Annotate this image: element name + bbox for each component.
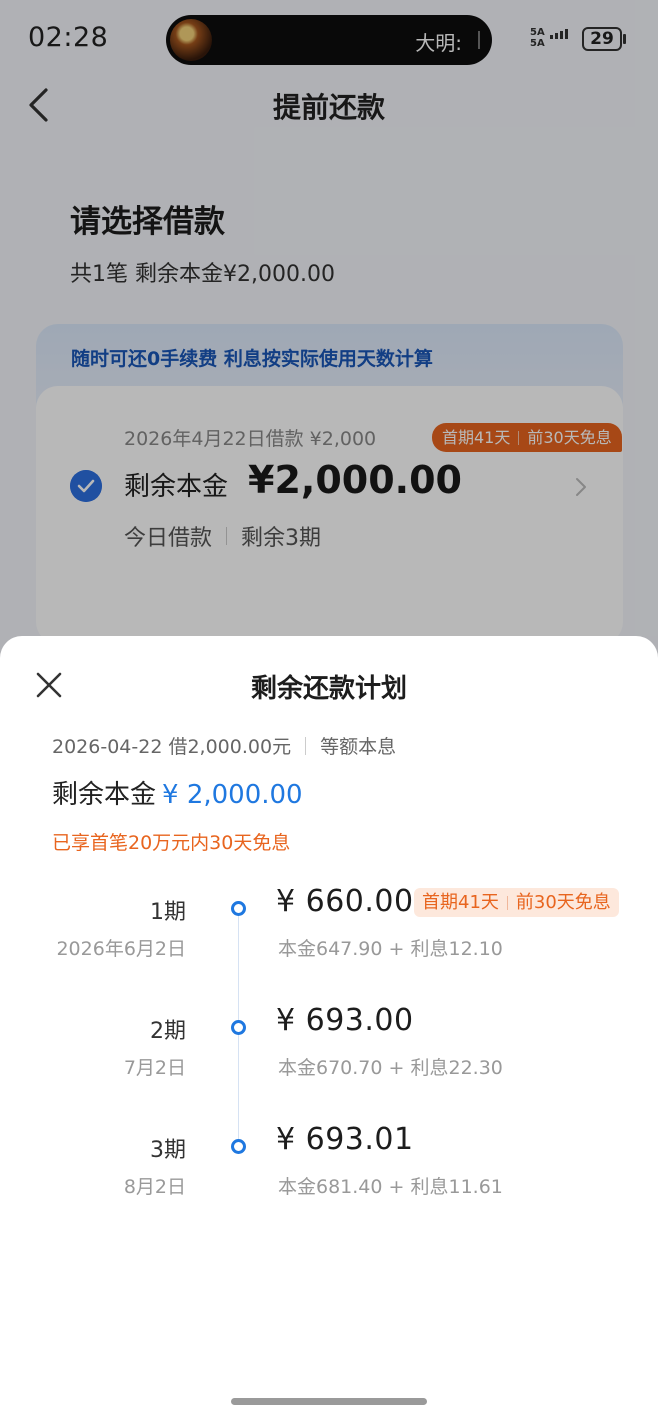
home-indicator[interactable]: [231, 1398, 427, 1405]
installment-due-date: 7月2日: [123, 1057, 186, 1079]
loan-summary: 2026-04-22 借2,000.00元 等额本息: [52, 732, 396, 759]
installment-amount: ¥ 693.00: [276, 1003, 414, 1038]
installment-amount: ¥ 693.01: [276, 1122, 414, 1157]
installment-row: 3期 8月2日 ¥ 693.01 本金681.40 + 利息11.61: [0, 1122, 658, 1242]
installment-period: 2期: [150, 1019, 186, 1044]
installment-row: 1期 2026年6月2日 ¥ 660.00 首期41天 前30天免息 本金647…: [0, 884, 658, 1004]
sheet-title: 剩余还款计划: [250, 674, 407, 704]
installment-period: 1期: [150, 900, 186, 925]
installment-breakdown: 本金647.90 + 利息12.10: [278, 938, 503, 960]
installment-promo-badge: 首期41天 前30天免息: [414, 888, 619, 917]
timeline-dot: [231, 1139, 246, 1154]
summary-divider: [305, 736, 307, 755]
badge-interest-free: 前30天免息: [515, 892, 611, 913]
installment-breakdown: 本金670.70 + 利息22.30: [278, 1057, 503, 1079]
installment-period: 3期: [150, 1138, 186, 1163]
installment-breakdown: 本金681.40 + 利息11.61: [278, 1176, 503, 1198]
badge-divider: [506, 895, 508, 910]
remaining-principal-label: 剩余本金: [52, 780, 157, 810]
timeline-dot: [231, 901, 246, 916]
installment-due-date: 2026年6月2日: [56, 938, 186, 960]
badge-first-period: 首期41天: [422, 892, 499, 913]
remaining-principal: 剩余本金 ¥ 2,000.00: [52, 774, 303, 811]
interest-free-notice: 已享首笔20万元内30天免息: [52, 832, 291, 854]
summary-method: 等额本息: [320, 736, 397, 758]
installment-row: 2期 7月2日 ¥ 693.00 本金670.70 + 利息22.30: [0, 1003, 658, 1123]
repayment-plan-sheet: 剩余还款计划 2026-04-22 借2,000.00元 等额本息 剩余本金 ¥ …: [0, 636, 658, 1416]
timeline-dot: [231, 1020, 246, 1035]
installment-amount: ¥ 660.00: [276, 884, 414, 919]
summary-loan: 2026-04-22 借2,000.00元: [52, 736, 292, 758]
installment-due-date: 8月2日: [123, 1176, 186, 1198]
remaining-principal-value: ¥ 2,000.00: [162, 780, 303, 810]
